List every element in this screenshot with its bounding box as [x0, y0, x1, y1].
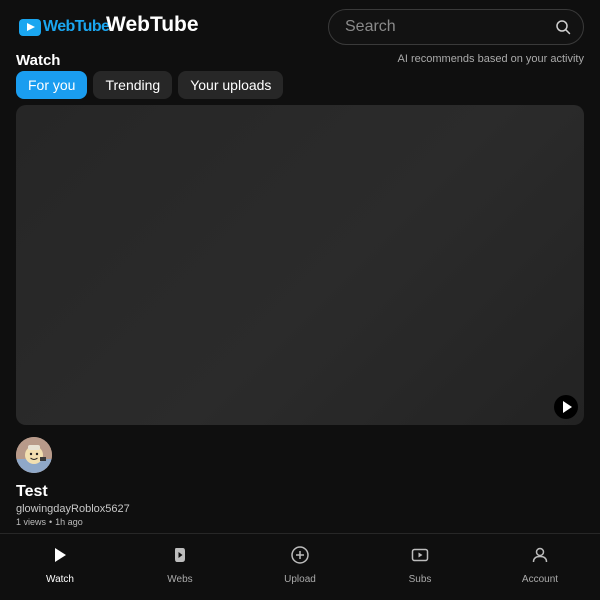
search-box[interactable] — [328, 9, 584, 45]
nav-account[interactable]: Account — [480, 534, 600, 600]
header: WebTube WebTube — [0, 0, 600, 52]
play-icon — [55, 548, 66, 562]
subscriptions-icon — [411, 548, 429, 562]
section-title: Watch — [16, 52, 61, 69]
nav-label-subs: Subs — [408, 574, 432, 585]
chip-trending[interactable]: Trending — [93, 71, 173, 99]
search-input[interactable] — [345, 10, 545, 44]
nav-watch[interactable]: Watch — [0, 534, 120, 600]
nav-label-account: Account — [521, 574, 559, 585]
view-count: 1 views — [16, 517, 47, 527]
play-icon[interactable] — [554, 395, 578, 419]
meta-separator: • — [49, 517, 53, 527]
search-icon[interactable] — [555, 19, 571, 35]
shorts-icon — [175, 548, 185, 562]
filter-chips: For you Trending Your uploads — [16, 71, 284, 99]
channel-name[interactable]: glowingdayRoblox5627 — [16, 503, 130, 515]
app: WebTube WebTube Watch AI recommends base… — [0, 0, 600, 600]
user-icon — [532, 547, 548, 563]
logo-play-icon — [19, 18, 41, 36]
video-meta: 1 views • 1h ago — [16, 517, 83, 527]
plus-circle-icon — [291, 546, 309, 564]
logo-text: WebTube — [43, 18, 110, 35]
chip-your-uploads[interactable]: Your uploads — [178, 71, 284, 99]
logo[interactable]: WebTube — [19, 17, 110, 37]
nav-label-webs: Webs — [167, 574, 193, 585]
video-title[interactable]: Test — [16, 483, 48, 501]
chip-for-you[interactable]: For you — [16, 71, 88, 99]
upload-time: 1h ago — [55, 517, 83, 527]
nav-label-watch: Watch — [46, 574, 74, 585]
nav-webs[interactable]: Webs — [120, 534, 240, 600]
nav-subs[interactable]: Subs — [360, 534, 480, 600]
bottom-nav: Watch Webs Upload Subs Account — [0, 533, 600, 600]
nav-upload[interactable]: Upload — [240, 534, 360, 600]
avatar-image — [16, 437, 52, 473]
ai-recommendation-note: AI recommends based on your activity — [397, 53, 584, 65]
app-title: WebTube — [106, 13, 199, 36]
video-player[interactable] — [16, 105, 584, 425]
channel-avatar[interactable] — [16, 437, 52, 473]
nav-label-upload: Upload — [284, 574, 316, 585]
